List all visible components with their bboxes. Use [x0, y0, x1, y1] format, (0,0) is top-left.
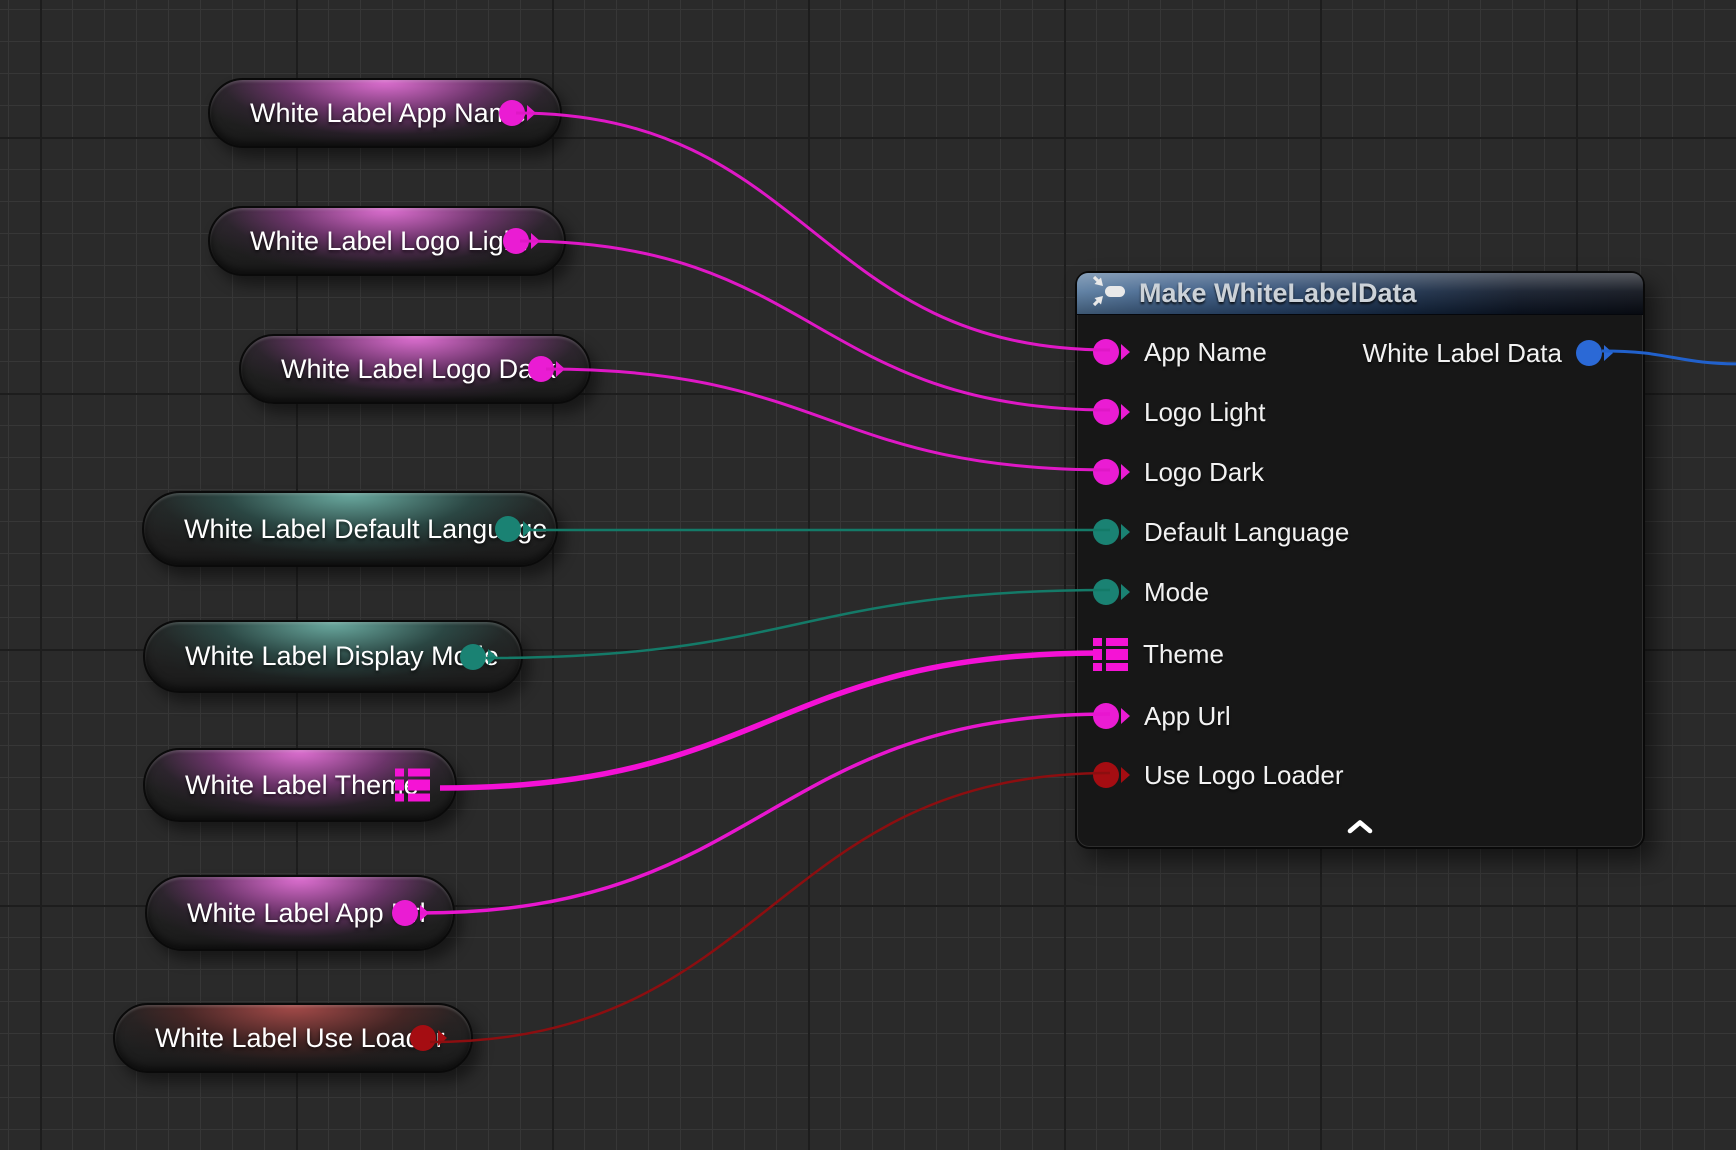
pin-dot — [1093, 579, 1119, 605]
pin-dot — [1093, 703, 1119, 729]
output-pin-row: White Label Data — [1363, 336, 1613, 370]
output-pin-white-label-default-language[interactable] — [495, 516, 532, 542]
pin-wedge — [438, 1030, 447, 1046]
getter-node-label: White Label App Name — [250, 98, 526, 129]
input-pin-app-url[interactable] — [1093, 703, 1130, 729]
pin-wedge — [1121, 404, 1130, 420]
output-pin-label: White Label Data — [1363, 338, 1562, 369]
wire-display-mode[interactable] — [486, 590, 1110, 658]
pin-wedge — [1121, 708, 1130, 724]
pin-dot — [1093, 762, 1119, 788]
pin-dot — [392, 900, 418, 926]
getter-node-label: White Label Logo Dark — [281, 354, 556, 385]
input-pin-row-app-url: App Url — [1093, 699, 1231, 733]
input-pin-row-use-logo-loader: Use Logo Loader — [1093, 758, 1343, 792]
output-pin-white-label-display-mode[interactable] — [460, 644, 497, 670]
getter-node-label: White Label Theme — [185, 770, 419, 801]
output-pin-white-label-data[interactable] — [1576, 340, 1613, 366]
getter-node-white-label-app-url[interactable]: White Label App Url — [145, 875, 455, 951]
input-pin-label: Theme — [1143, 639, 1224, 670]
getter-node-white-label-logo-dark[interactable]: White Label Logo Dark — [239, 334, 591, 404]
wire-app-url[interactable] — [420, 714, 1110, 913]
chevron-up-icon — [1346, 819, 1374, 840]
getter-node-label: White Label Use Loader — [155, 1023, 445, 1054]
input-pin-row-app-name: App Name — [1093, 335, 1267, 369]
input-pin-default-language[interactable] — [1093, 519, 1130, 545]
wire-app-name[interactable] — [516, 113, 1110, 350]
input-pin-logo-dark[interactable] — [1093, 459, 1130, 485]
pin-dot — [1093, 399, 1119, 425]
input-pin-row-theme: Theme — [1093, 637, 1224, 671]
getter-node-white-label-logo-light[interactable]: White Label Logo Light — [208, 206, 566, 276]
pin-dot — [410, 1025, 436, 1051]
pin-wedge — [1604, 345, 1613, 361]
input-pin-label: Default Language — [1144, 517, 1349, 548]
getter-node-label: White Label Logo Light — [250, 226, 526, 257]
input-pin-logo-light[interactable] — [1093, 399, 1130, 425]
getter-node-label: White Label App Url — [187, 898, 426, 929]
input-pin-label: Logo Light — [1144, 397, 1265, 428]
pin-wedge — [1121, 767, 1130, 783]
input-pin-label: App Url — [1144, 701, 1231, 732]
wire-use-loader[interactable] — [430, 773, 1110, 1042]
wire-logo-light[interactable] — [520, 241, 1110, 410]
input-pin-mode[interactable] — [1093, 579, 1130, 605]
input-pin-app-name[interactable] — [1093, 339, 1130, 365]
pin-dot — [1093, 459, 1119, 485]
getter-node-white-label-default-language[interactable]: White Label Default Language — [142, 491, 558, 567]
pin-wedge — [1121, 464, 1130, 480]
pin-wedge — [1121, 524, 1130, 540]
collapse-node-button[interactable] — [1340, 819, 1380, 839]
input-pin-row-logo-light: Logo Light — [1093, 395, 1265, 429]
input-pin-use-logo-loader[interactable] — [1093, 762, 1130, 788]
pin-dot — [1576, 340, 1602, 366]
input-pin-label: Use Logo Loader — [1144, 760, 1343, 791]
input-pin-row-default-language: Default Language — [1093, 515, 1349, 549]
input-pin-label: Logo Dark — [1144, 457, 1264, 488]
input-pin-label: Mode — [1144, 577, 1209, 608]
pin-wedge — [1121, 584, 1130, 600]
pin-dot — [1093, 519, 1119, 545]
getter-node-white-label-app-name[interactable]: White Label App Name — [208, 78, 562, 148]
getter-node-label: White Label Display Mode — [185, 641, 499, 672]
pin-dot — [495, 516, 521, 542]
getter-node-white-label-display-mode[interactable]: White Label Display Mode — [143, 620, 523, 693]
input-pin-row-logo-dark: Logo Dark — [1093, 455, 1264, 489]
node-header[interactable]: Make WhiteLabelData — [1077, 273, 1643, 315]
node-title: Make WhiteLabelData — [1139, 278, 1417, 309]
input-pin-label: App Name — [1144, 337, 1267, 368]
output-pin-white-label-theme[interactable] — [395, 769, 431, 802]
output-pin-white-label-use-loader[interactable] — [410, 1025, 447, 1051]
input-pin-row-mode: Mode — [1093, 575, 1209, 609]
getter-node-white-label-theme[interactable]: White Label Theme — [143, 748, 457, 822]
wire-logo-dark[interactable] — [546, 369, 1110, 470]
getter-node-label: White Label Default Language — [184, 514, 547, 545]
make-struct-icon — [1091, 274, 1129, 313]
pin-dot — [1093, 339, 1119, 365]
pin-wedge — [1121, 344, 1130, 360]
pin-dot — [460, 644, 486, 670]
blueprint-graph-canvas[interactable]: White Label App Name White Label Logo Lig… — [0, 0, 1736, 1150]
node-make-whitelabeldata[interactable]: Make WhiteLabelData App Name Logo Light Lo… — [1075, 271, 1645, 849]
pin-wedge — [488, 649, 497, 665]
getter-node-white-label-use-loader[interactable]: White Label Use Loader — [113, 1003, 473, 1073]
